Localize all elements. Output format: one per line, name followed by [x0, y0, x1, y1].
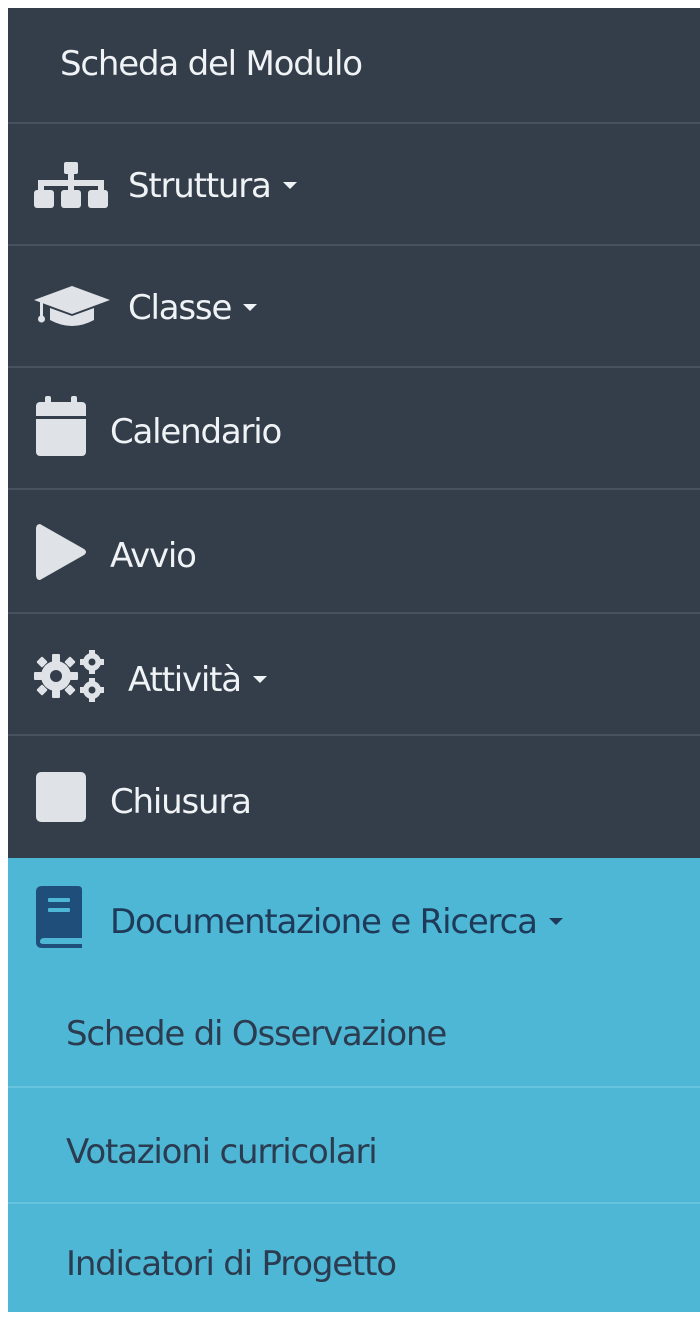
menu-item-calendario[interactable]: Calendario — [8, 368, 700, 490]
book-icon — [36, 886, 82, 948]
menu-item-scheda-del-modulo[interactable]: Scheda del Modulo — [8, 8, 700, 124]
frame-edge — [0, 0, 700, 8]
sitemap-icon — [34, 162, 108, 208]
graduation-cap-icon — [34, 286, 110, 328]
menu-item-label: Struttura — [128, 166, 297, 206]
submenu-item-label: Votazioni curricolari — [66, 1132, 378, 1172]
submenu-item-label: Indicatori di Progetto — [66, 1244, 397, 1284]
submenu-item-votazioni-curricolari[interactable]: Votazioni curricolari — [8, 1088, 700, 1204]
chevron-down-icon — [243, 304, 258, 311]
menu-item-struttura[interactable]: Struttura — [8, 124, 700, 246]
menu-item-classe[interactable]: Classe — [8, 246, 700, 368]
submenu-item-indicatori-di-progetto[interactable]: Indicatori di Progetto — [8, 1204, 700, 1312]
chevron-down-icon — [282, 182, 297, 189]
submenu-item-label: Schede di Osservazione — [66, 1014, 447, 1054]
play-icon — [36, 522, 86, 582]
menu-item-label: Attività — [128, 660, 267, 700]
active-submenu-section: Documentazione e Ricerca Schede di Osser… — [8, 858, 700, 1312]
menu-item-label: Chiusura — [110, 782, 252, 822]
frame-edge — [0, 0, 8, 1320]
stop-icon — [36, 772, 86, 822]
menu-item-attivita[interactable]: Attività — [8, 614, 700, 736]
menu-item-label: Calendario — [110, 412, 282, 452]
menu-item-label: Avvio — [110, 536, 197, 576]
frame-edge — [0, 1312, 700, 1320]
chevron-down-icon — [252, 676, 267, 683]
gears-icon — [34, 650, 108, 702]
menu-item-avvio[interactable]: Avvio — [8, 490, 700, 614]
menu-item-documentazione-e-ricerca[interactable]: Documentazione e Ricerca — [8, 858, 700, 970]
chevron-down-icon — [548, 918, 563, 925]
menu-item-label: Classe — [128, 288, 258, 328]
screenshot-frame: Scheda del Modulo Struttura Classe Calen… — [0, 0, 700, 1320]
submenu-item-schede-di-osservazione[interactable]: Schede di Osservazione — [8, 970, 700, 1088]
menu-item-chiusura[interactable]: Chiusura — [8, 736, 700, 858]
menu-item-label: Scheda del Modulo — [60, 44, 363, 84]
menu-item-label: Documentazione e Ricerca — [110, 902, 563, 942]
sidebar-menu: Scheda del Modulo Struttura Classe Calen… — [8, 8, 700, 1312]
calendar-icon — [36, 396, 86, 456]
